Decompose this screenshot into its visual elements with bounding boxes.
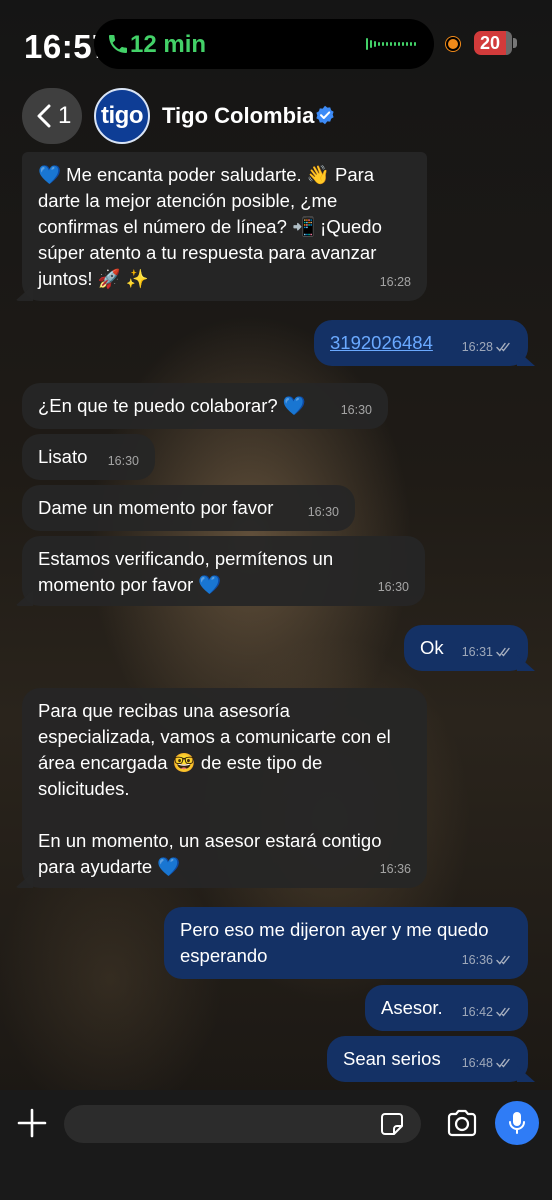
message-meta: 16:48 [462, 1050, 512, 1076]
back-button[interactable]: 1 [22, 88, 82, 144]
message-meta: 16:36 [380, 856, 411, 882]
status-bar: 16:57 12 min 20 [0, 0, 552, 88]
verified-badge-icon [316, 105, 334, 125]
outgoing-message[interactable]: Pero eso me dijeron ayer y me quedo espe… [164, 907, 528, 979]
outgoing-message[interactable]: Asesor. 16:42 [365, 985, 528, 1031]
double-check-icon [496, 1058, 510, 1068]
incoming-message[interactable]: Dame un momento por favor 16:30 [22, 485, 355, 531]
message-time: 16:28 [461, 340, 493, 354]
message-meta: 16:30 [341, 397, 372, 423]
microphone-button[interactable] [495, 1101, 539, 1145]
audio-waveform-icon [366, 38, 416, 50]
message-text: Estamos verificando, permítenos un momen… [38, 548, 339, 595]
message-text: Dame un momento por favor [38, 497, 274, 518]
message-time: 16:30 [107, 454, 139, 468]
message-time: 16:42 [461, 1005, 493, 1019]
call-duration: 12 min [130, 31, 207, 58]
contact-avatar[interactable]: tigo [94, 88, 150, 144]
message-text: ¿En que te puedo colaborar? 💙 [38, 395, 306, 416]
incoming-message[interactable]: 💙 Me encanta poder saludarte. 👋 Para dar… [22, 152, 427, 301]
incoming-message[interactable]: Estamos verificando, permítenos un momen… [22, 536, 425, 606]
message-meta: 16:28 [462, 334, 512, 360]
double-check-icon [496, 647, 510, 657]
message-time: 16:48 [461, 1056, 493, 1070]
incoming-message[interactable]: Para que recibas una asesoría especializ… [22, 688, 427, 888]
dynamic-island-call[interactable]: 12 min [94, 19, 434, 69]
outgoing-message[interactable]: Sean serios 16:48 [327, 1036, 528, 1082]
incoming-message[interactable]: ¿En que te puedo colaborar? 💙 16:30 [22, 383, 388, 429]
camera-icon[interactable] [446, 1109, 478, 1137]
message-time: 16:31 [461, 645, 493, 659]
message-meta: 16:31 [462, 639, 512, 665]
battery-empty-segment [506, 31, 512, 55]
message-meta: 16:36 [462, 947, 512, 973]
message-meta: 16:30 [108, 448, 139, 474]
chat-header: 1 tigo Tigo Colombia [0, 88, 552, 160]
contact-name[interactable]: Tigo Colombia [162, 103, 314, 129]
double-check-icon [496, 955, 510, 965]
message-text: Para que recibas una asesoría especializ… [38, 700, 391, 877]
unread-count: 1 [58, 102, 72, 129]
message-meta: 16:28 [380, 269, 411, 295]
battery-level: 20 [479, 33, 501, 53]
sticker-icon[interactable] [380, 1112, 404, 1136]
message-time: 16:28 [379, 275, 411, 289]
plus-icon[interactable] [16, 1107, 48, 1139]
battery-cap [513, 38, 517, 48]
avatar-logo-text: tigo [101, 102, 143, 129]
message-time: 16:36 [379, 862, 411, 876]
double-check-icon [496, 1007, 510, 1017]
outgoing-message[interactable]: 3192026484 16:28 [314, 320, 528, 366]
phone-icon [109, 35, 127, 53]
message-time: 16:30 [307, 505, 339, 519]
outgoing-message[interactable]: Ok 16:31 [404, 625, 528, 671]
chevron-left-icon [37, 104, 51, 128]
message-text: 💙 Me encanta poder saludarte. 👋 Para dar… [38, 164, 388, 289]
double-check-icon [496, 342, 510, 352]
composer-bar [0, 1090, 552, 1200]
message-time: 16:36 [461, 953, 493, 967]
recording-indicator-icon [446, 37, 460, 51]
message-time: 16:30 [377, 580, 409, 594]
incoming-message[interactable]: Lisato 16:30 [22, 434, 155, 480]
message-time: 16:30 [340, 403, 372, 417]
message-input[interactable] [64, 1105, 421, 1143]
microphone-icon [509, 1112, 525, 1134]
message-meta: 16:42 [462, 999, 512, 1025]
message-meta: 16:30 [308, 499, 339, 525]
message-meta: 16:30 [378, 574, 409, 600]
